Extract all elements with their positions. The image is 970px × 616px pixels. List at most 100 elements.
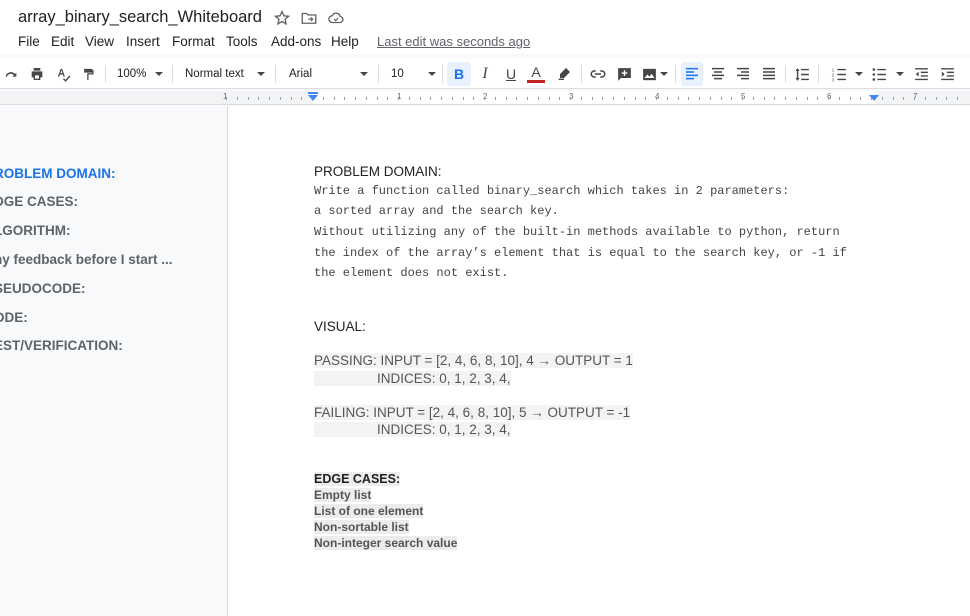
last-edit-link[interactable]: Last edit was seconds ago	[377, 34, 530, 49]
spellcheck-icon[interactable]	[52, 62, 74, 86]
outline-item-test-verification[interactable]: EST/VERIFICATION:	[0, 338, 123, 353]
ruler-tick	[420, 97, 421, 100]
ruler-tick	[667, 97, 668, 100]
bold-button[interactable]: B	[447, 62, 471, 86]
ruler-tick	[817, 97, 818, 100]
visual-heading: VISUAL:	[314, 319, 366, 334]
bulleted-list-caret-icon	[896, 72, 904, 76]
document-title[interactable]: array_binary_search_Whiteboard	[18, 8, 262, 27]
bulleted-list-icon[interactable]	[868, 62, 890, 86]
outline-item-pseudocode[interactable]: SEUDOCODE:	[0, 281, 86, 296]
add-comment-icon[interactable]	[613, 62, 635, 86]
ruler-tick	[699, 97, 700, 100]
text-color-button[interactable]: A	[525, 62, 547, 86]
outline-item-algorithm[interactable]: LGORITHM:	[0, 223, 71, 238]
ruler-tick	[226, 97, 227, 100]
font-select[interactable]: Arial	[289, 62, 312, 86]
insert-image-icon[interactable]	[638, 62, 660, 86]
google-docs-window: array_binary_search_Whiteboard File Edit…	[0, 0, 970, 616]
toolbar-divider	[442, 65, 443, 83]
ruler-tick	[742, 97, 743, 100]
problem-line: Write a function called binary_search wh…	[314, 184, 790, 198]
ruler-tick	[473, 97, 474, 100]
image-caret-icon	[660, 72, 668, 76]
font-size-select[interactable]: 10	[391, 62, 404, 86]
ruler-tick	[882, 97, 883, 100]
italic-button[interactable]: I	[474, 62, 496, 86]
title-bar: array_binary_search_Whiteboard	[0, 0, 970, 34]
ruler-tick	[613, 97, 614, 100]
align-left-icon[interactable]	[681, 62, 703, 86]
outline-item-feedback[interactable]: ny feedback before I start ...	[0, 252, 173, 267]
toolbar: 100% Normal text Arial 10 B I U A 1 2 3	[0, 58, 970, 89]
ruler-tick	[398, 97, 399, 100]
problem-line: Without utilizing any of the built-in me…	[314, 225, 840, 239]
link-icon[interactable]	[587, 62, 609, 86]
font-caret-icon	[360, 72, 368, 76]
underline-button[interactable]: U	[500, 62, 522, 86]
ruler-tick	[581, 97, 582, 100]
ruler-tick	[409, 97, 410, 100]
font-size-caret-icon	[428, 72, 436, 76]
document-outline: ROBLEM DOMAIN: DGE CASES: LGORITHM: ny f…	[0, 106, 226, 616]
ruler-tick	[323, 97, 324, 100]
outline-item-problem-domain[interactable]: ROBLEM DOMAIN:	[0, 166, 116, 181]
menu-edit[interactable]: Edit	[51, 34, 74, 49]
document-page[interactable]: PROBLEM DOMAIN: Write a function called …	[227, 106, 970, 616]
first-line-indent-marker[interactable]	[308, 92, 318, 94]
line-spacing-icon[interactable]	[791, 62, 813, 86]
menu-bar: File Edit View Insert Format Tools Add-o…	[0, 30, 970, 54]
ruler-tick	[645, 97, 646, 100]
menu-tools[interactable]: Tools	[226, 34, 258, 49]
menu-view[interactable]: View	[85, 34, 114, 49]
ruler-tick	[237, 97, 238, 100]
edge-case-item: List of one element	[314, 504, 424, 518]
ruler-tick	[269, 97, 270, 100]
menu-file[interactable]: File	[18, 34, 40, 49]
redo-icon[interactable]	[2, 62, 20, 86]
ruler-tick	[957, 97, 958, 100]
star-icon[interactable]	[273, 9, 291, 27]
numbered-list-icon[interactable]: 123	[828, 62, 850, 86]
ruler-tick	[656, 97, 657, 100]
ruler-tick	[946, 97, 947, 100]
outline-item-code[interactable]: ODE:	[0, 310, 28, 325]
style-select[interactable]: Normal text	[185, 62, 244, 86]
menu-insert[interactable]: Insert	[126, 34, 160, 49]
increase-indent-icon[interactable]	[936, 62, 958, 86]
problem-line: a sorted array and the search key.	[314, 204, 559, 218]
zoom-select[interactable]: 100%	[117, 62, 146, 86]
ruler-tick	[463, 97, 464, 100]
ruler-tick	[721, 97, 722, 100]
ruler-tick	[301, 97, 302, 100]
failing-indices: INDICES: 0, 1, 2, 3, 4,	[314, 422, 511, 437]
highlight-pen-icon[interactable]	[553, 62, 575, 86]
ruler-tick	[516, 97, 517, 100]
toolbar-divider	[172, 65, 173, 83]
ruler[interactable]: 1 1 2 3 4 5 6 7	[0, 91, 970, 105]
menu-help[interactable]: Help	[331, 34, 359, 49]
menu-format[interactable]: Format	[172, 34, 215, 49]
move-to-folder-icon[interactable]	[300, 9, 318, 27]
right-indent-marker-icon[interactable]	[869, 95, 879, 101]
outline-item-edge-cases[interactable]: DGE CASES:	[0, 194, 78, 209]
text-color-a-icon: A	[531, 64, 541, 80]
edge-case-item: Non-integer search value	[314, 536, 458, 550]
ruler-tick	[559, 97, 560, 100]
paint-format-icon[interactable]	[78, 62, 98, 86]
menu-add-ons[interactable]: Add-ons	[271, 34, 321, 49]
ruler-tick	[387, 97, 388, 100]
align-center-icon[interactable]	[707, 62, 729, 86]
decrease-indent-icon[interactable]	[910, 62, 932, 86]
ruler-tick	[538, 97, 539, 100]
cloud-saved-icon[interactable]	[327, 9, 345, 27]
edge-case-item: Empty list	[314, 488, 372, 502]
align-right-icon[interactable]	[732, 62, 754, 86]
print-icon[interactable]	[26, 62, 48, 86]
passing-example: PASSING: INPUT = [2, 4, 6, 8, 10], 4 → O…	[314, 353, 633, 368]
ruler-tick	[366, 97, 367, 100]
ruler-tick	[807, 97, 808, 100]
left-indent-marker-icon[interactable]	[308, 95, 318, 101]
passing-indices: INDICES: 0, 1, 2, 3, 4,	[314, 371, 511, 386]
align-justify-icon[interactable]	[758, 62, 780, 86]
